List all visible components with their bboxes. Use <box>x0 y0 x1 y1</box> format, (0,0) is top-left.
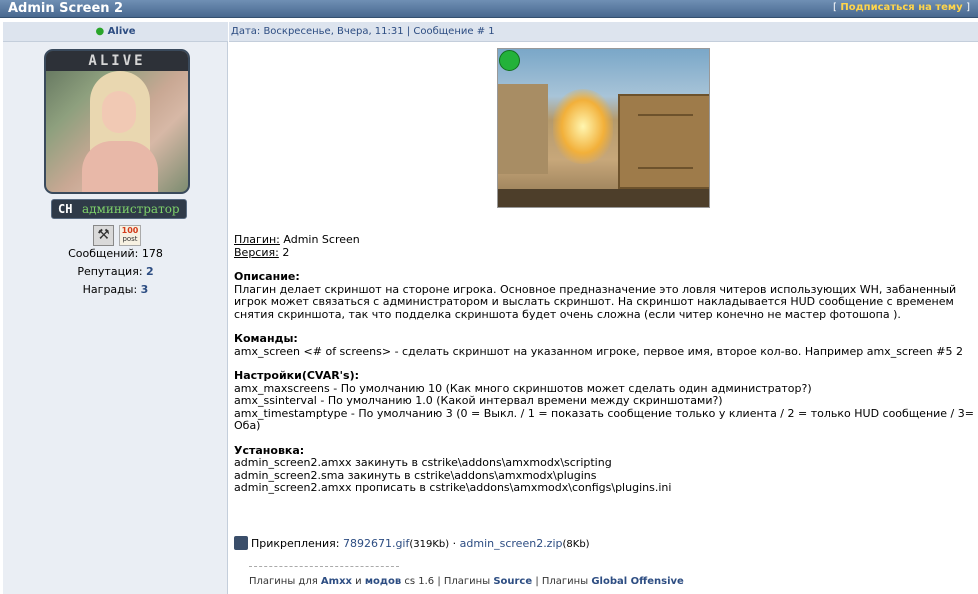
rank-label: администратор <box>82 202 180 216</box>
attachment-size: (8Kb) <box>562 539 590 550</box>
install-line: admin_screen2.amxx прописать в cstrike\a… <box>234 481 672 494</box>
commands-text: amx_screen <# of screens> - сделать скри… <box>234 344 963 358</box>
reputation-value[interactable]: 2 <box>146 265 154 278</box>
attachments: Прикрепления: 7892671.gif(319Kb) · admin… <box>234 536 590 552</box>
version-value: 2 <box>282 245 290 259</box>
install-line: admin_screen2.amxx закинуть в cstrike\ad… <box>234 456 612 469</box>
tools-icon: ⚒ <box>93 225 114 246</box>
avatar-body <box>82 141 158 192</box>
reputation: Репутация: 2 <box>77 265 154 278</box>
posts-count: Сообщений: 178 <box>68 247 163 260</box>
description-text: Плагин делает скриншот на стороне игрока… <box>234 282 957 321</box>
avatar[interactable]: ALIVE <box>44 49 190 194</box>
subscribe-link[interactable]: [ Подписаться на тему ] <box>833 2 970 13</box>
post-badge-icon: 100 post <box>119 225 141 246</box>
rank-prefix: CH <box>58 202 73 216</box>
signature-link-amxx[interactable]: Amxx <box>321 576 352 587</box>
post-date: Дата: Воскресенье, Вчера, 11:31 <box>231 26 404 37</box>
awards-value[interactable]: 3 <box>141 283 149 296</box>
signature-link-mods[interactable]: модов <box>365 576 401 587</box>
avatar-face <box>102 91 136 133</box>
signature-link-go[interactable]: Global Offensive <box>591 576 684 587</box>
topic-title-bar: Admin Screen 2 [ Подписаться на тему ] <box>0 0 978 18</box>
version-label: Версия: <box>234 245 279 259</box>
avatar-logo: ALIVE <box>46 51 188 71</box>
rank-badge: CH администратор <box>51 199 187 219</box>
cvar-line: amx_timestamptype - По умолчанию 3 (0 = … <box>234 406 974 432</box>
online-dot-icon: ● <box>95 26 105 37</box>
topic-title: Admin Screen 2 <box>8 1 124 16</box>
attachment-icon <box>234 536 248 550</box>
signature-divider <box>249 566 399 567</box>
post-number-link[interactable]: Сообщение # 1 <box>413 26 494 37</box>
description-heading: Описание: <box>234 270 300 283</box>
user-status-bar: ● Alive <box>3 22 228 42</box>
user-info-column: ● Alive ALIVE CH администратор ⚒ 100 post… <box>3 22 228 594</box>
signature: Плагины для Amxx и модов cs 1.6 | Плагин… <box>249 576 684 587</box>
green-dot-icon <box>499 50 520 71</box>
attachments-label: Прикрепления: <box>251 537 340 550</box>
subscribe-label[interactable]: Подписаться на тему <box>840 2 962 13</box>
post-body: Плагин: Admin Screen Версия: 2 Описание:… <box>234 233 974 495</box>
cvars-heading: Настройки(CVAR's): <box>234 369 360 382</box>
post-screenshot-image[interactable] <box>497 48 710 208</box>
attachment-link-zip[interactable]: admin_screen2.zip <box>460 537 563 550</box>
post-meta-bar: Дата: Воскресенье, Вчера, 11:31 | Сообще… <box>229 22 978 42</box>
post-column: Дата: Воскресенье, Вчера, 11:31 | Сообще… <box>229 22 978 594</box>
attachment-size: (319Kb) <box>409 539 450 550</box>
signature-link-source[interactable]: Source <box>493 576 532 587</box>
user-status: Alive <box>107 26 136 37</box>
attachment-link-gif[interactable]: 7892671.gif <box>343 537 409 550</box>
awards: Награды: 3 <box>82 283 149 296</box>
plugin-value: Admin Screen <box>283 233 360 246</box>
commands-heading: Команды: <box>234 332 298 345</box>
cvar-line: amx_ssinterval - По умолчанию 1.0 (Какой… <box>234 394 723 407</box>
plugin-label: Плагин: <box>234 233 280 246</box>
